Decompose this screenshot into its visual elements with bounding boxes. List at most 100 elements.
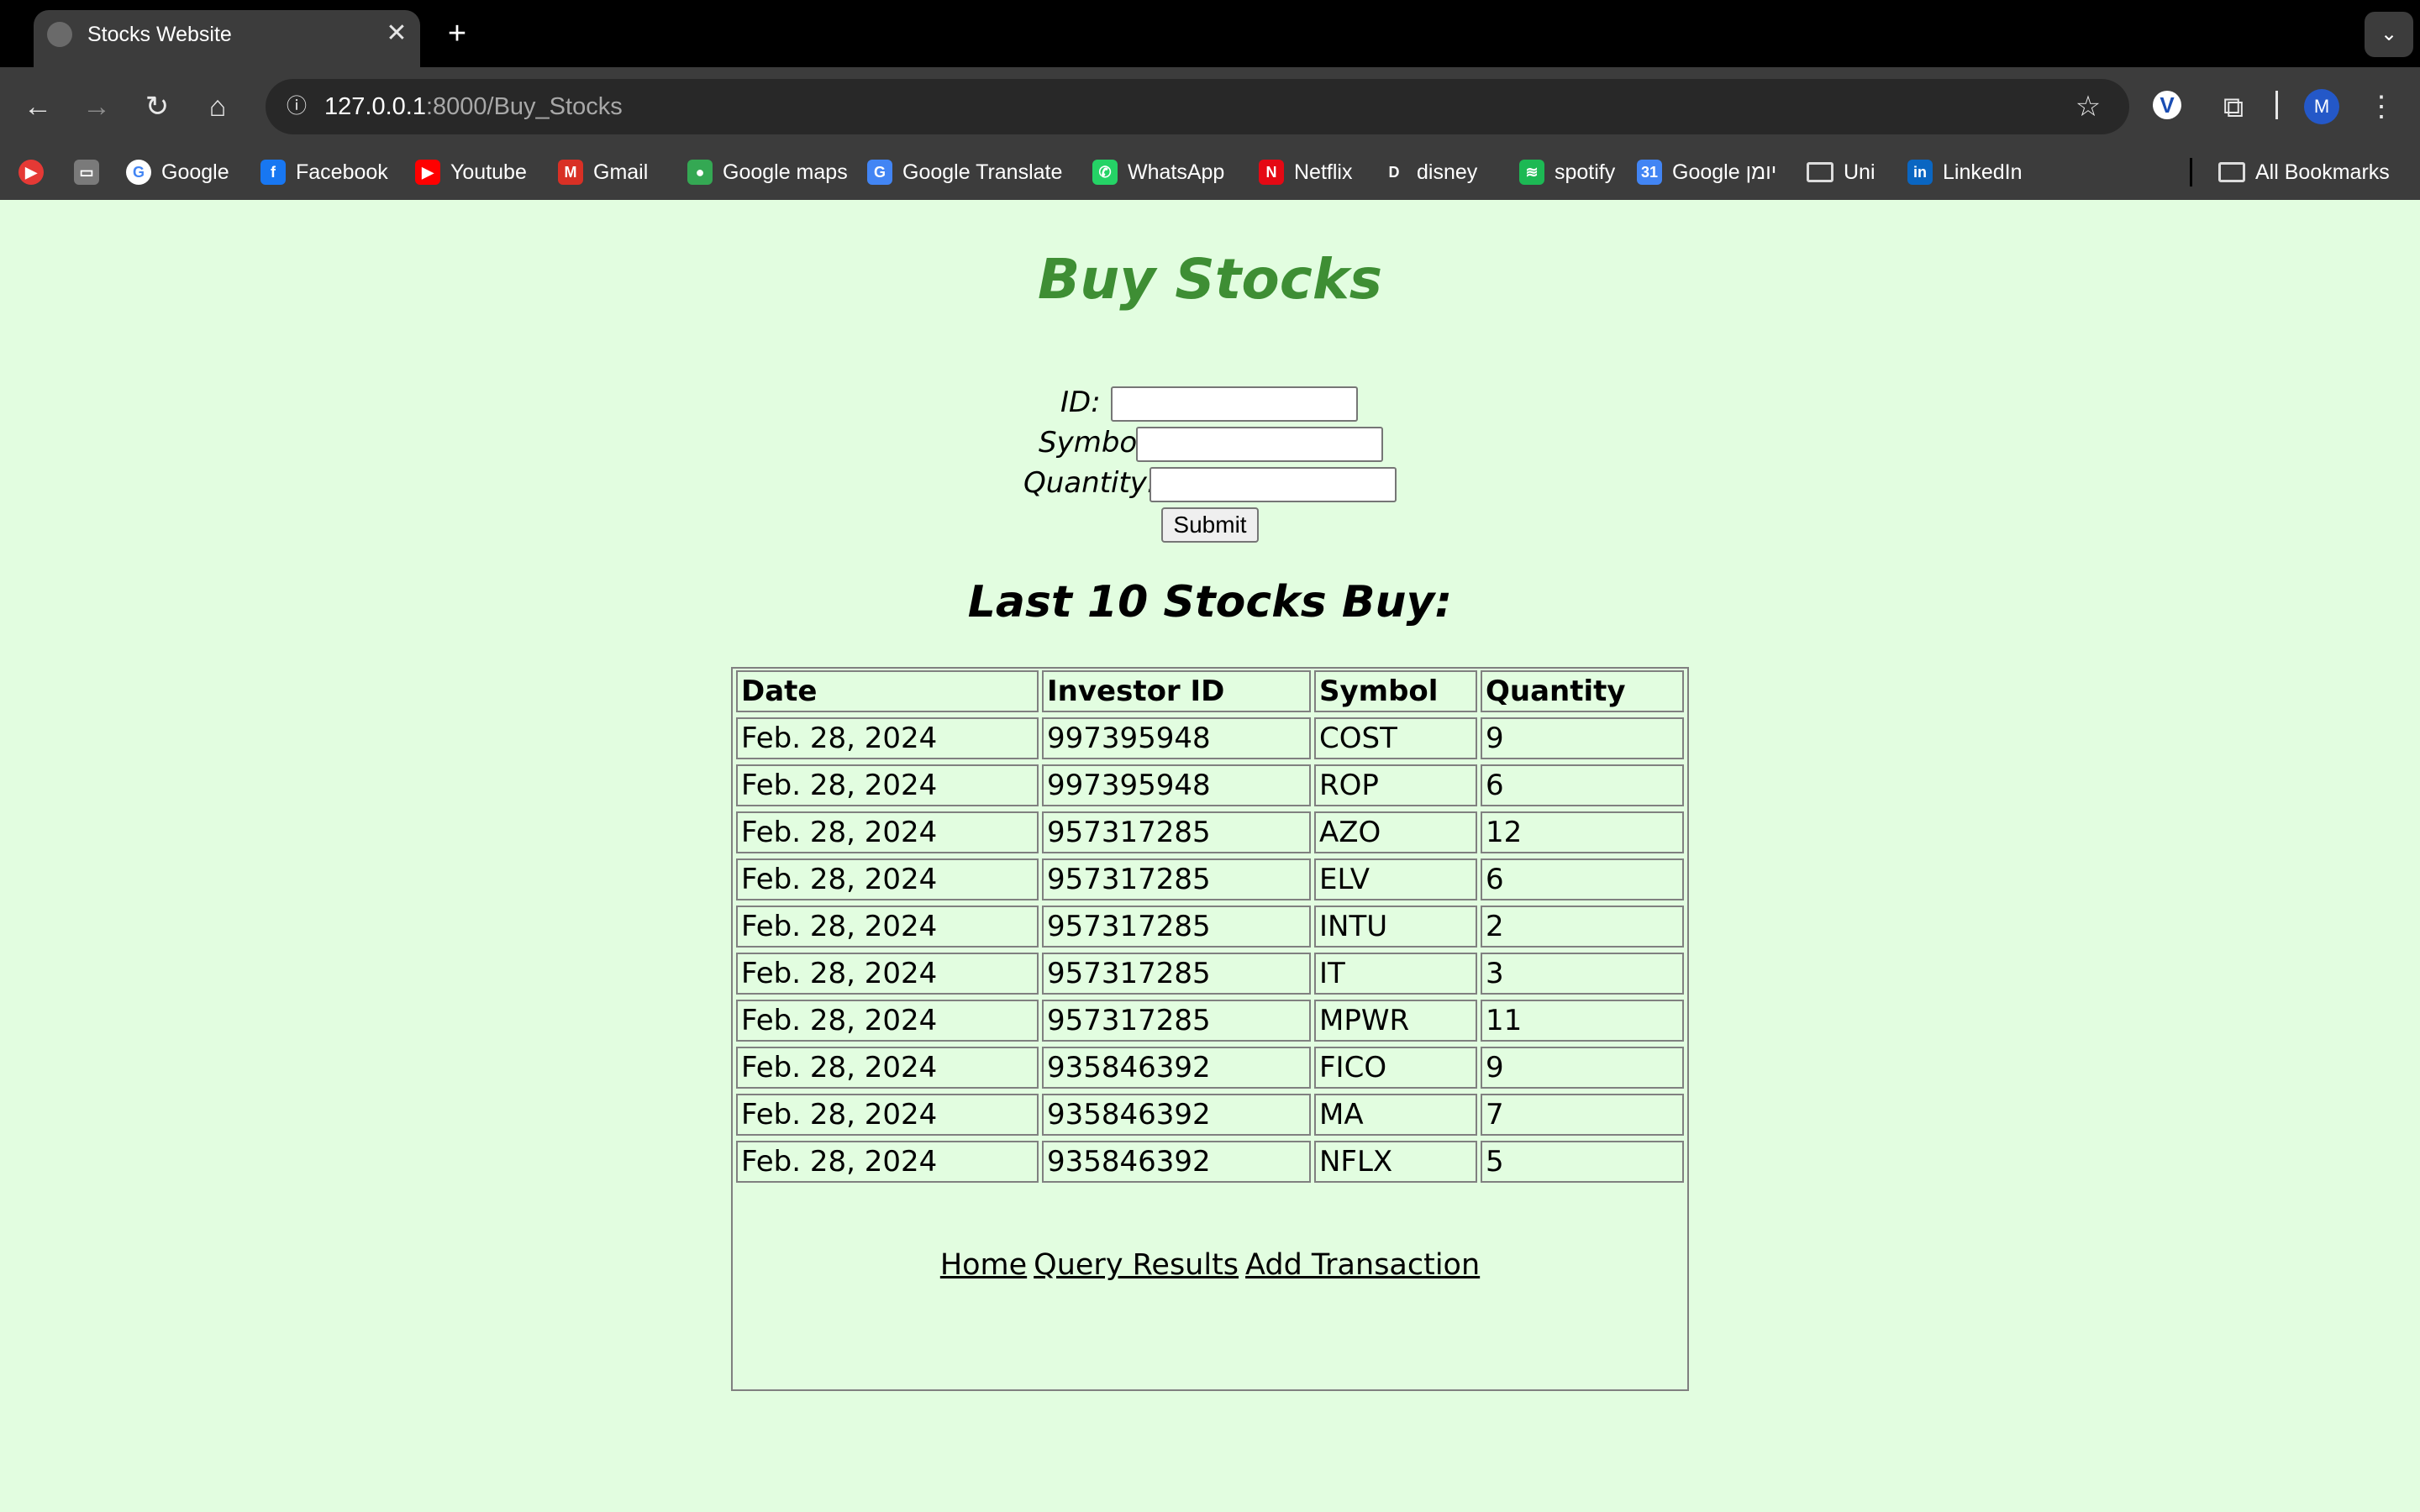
table-cell: Feb. 28, 2024	[736, 764, 1039, 806]
bookmark-label: LinkedIn	[1943, 160, 2023, 184]
table-cell: 7	[1481, 1094, 1684, 1136]
table-cell: INTU	[1314, 906, 1477, 948]
quantity-input[interactable]	[1150, 467, 1397, 502]
tab-title: Stocks Website	[87, 23, 232, 46]
bookmark-label: Google	[161, 160, 229, 184]
gmail-icon: M	[558, 160, 583, 185]
bookmark-item[interactable]: G Google	[126, 156, 229, 188]
page-title: Buy Stocks	[1037, 247, 1383, 312]
table-cell: 997395948	[1042, 764, 1311, 806]
table-cell: 957317285	[1042, 858, 1311, 900]
url-text[interactable]: 127.0.0.1:8000/Buy_Stocks	[324, 92, 623, 121]
table-cell: 12	[1481, 811, 1684, 853]
bookmark-item[interactable]: f Facebook	[260, 156, 388, 188]
folder-icon	[2218, 162, 2245, 182]
bookmark-item[interactable]: G Google Translate	[867, 156, 1062, 188]
bookmark-label: Uni	[1844, 160, 1876, 184]
site-info-icon[interactable]: ⓘ	[277, 87, 316, 126]
browser-toolbar: ← → ↻ ⌂ ⓘ 127.0.0.1:8000/Buy_Stocks ☆	[0, 67, 2420, 144]
bookmark-item[interactable]: Ddisney	[1381, 156, 1477, 188]
table-cell: 935846392	[1042, 1094, 1311, 1136]
table-cell: AZO	[1314, 811, 1477, 853]
table-cell: Feb. 28, 2024	[736, 1141, 1039, 1183]
table-cell: 2	[1481, 906, 1684, 948]
home-icon[interactable]: ⌂	[197, 86, 239, 128]
table-cell: 957317285	[1042, 953, 1311, 995]
table-cell: Feb. 28, 2024	[736, 1000, 1039, 1042]
bookmark-star-icon[interactable]: ☆	[2069, 87, 2107, 126]
bookmark-item[interactable]: Uni	[1807, 156, 1876, 188]
table-cell: Feb. 28, 2024	[736, 953, 1039, 995]
bookmark-item[interactable]: ✆ WhatsApp	[1092, 156, 1224, 188]
vpn-extension-icon[interactable]: V	[2153, 91, 2181, 119]
add-transaction-link[interactable]: Add Transaction	[1245, 1248, 1480, 1282]
symbol-input[interactable]	[1136, 427, 1383, 462]
calendar-icon: 31	[1637, 160, 1662, 185]
reload-icon[interactable]: ↻	[136, 86, 178, 128]
table-cell: 997395948	[1042, 717, 1311, 759]
bookmark-item[interactable]: 31 Google יומן	[1637, 156, 1776, 188]
footer-links: Home Query Results Add Transaction	[0, 1248, 2420, 1282]
bookmark-item[interactable]: in LinkedIn	[1907, 156, 2023, 188]
extensions-icon[interactable]: ⧉	[2215, 89, 2252, 126]
netflix-icon: N	[1259, 160, 1284, 185]
tab-search-button[interactable]: ⌄	[2365, 12, 2413, 57]
table-cell: ELV	[1314, 858, 1477, 900]
close-icon[interactable]: ✕	[380, 17, 413, 50]
table-header-cell: Date	[736, 670, 1039, 712]
bookmark-label: disney	[1417, 160, 1478, 184]
table-header-cell: Quantity	[1481, 670, 1684, 712]
table-cell: 935846392	[1042, 1141, 1311, 1183]
bookmark-item[interactable]: ▶	[18, 156, 44, 188]
globe-icon	[47, 22, 72, 47]
bookmark-item[interactable]: ▭	[74, 156, 99, 188]
table-header-cell: Investor ID	[1042, 670, 1311, 712]
all-bookmarks[interactable]: All Bookmarks	[2218, 156, 2390, 188]
bookmark-item[interactable]: M Gmail	[558, 156, 648, 188]
table-cell: MA	[1314, 1094, 1477, 1136]
new-tab-button[interactable]: +	[437, 15, 477, 52]
table-cell: 6	[1481, 764, 1684, 806]
table-header-cell: Symbol	[1314, 670, 1477, 712]
more-menu-icon[interactable]: ⋮	[2363, 87, 2400, 126]
quantity-label: Quantity:	[1023, 466, 1157, 500]
translate-icon: G	[867, 160, 892, 185]
folder-icon	[1807, 162, 1833, 182]
bookmark-label: Netflix	[1294, 160, 1353, 184]
back-icon[interactable]: ←	[17, 86, 59, 128]
app-icon: ▭	[74, 160, 99, 185]
youtube-music-icon: ▶	[18, 160, 44, 185]
table-cell: 5	[1481, 1141, 1684, 1183]
id-input[interactable]	[1111, 386, 1358, 422]
table-cell: MPWR	[1314, 1000, 1477, 1042]
table-title: Last 10 Stocks Buy:	[967, 577, 1453, 627]
bookmark-item[interactable]: ● Google maps	[687, 156, 848, 188]
bookmark-item[interactable]: N Netflix	[1259, 156, 1352, 188]
profile-avatar[interactable]: M	[2304, 89, 2339, 124]
all-bookmarks-label: All Bookmarks	[2255, 160, 2390, 184]
table-cell: Feb. 28, 2024	[736, 811, 1039, 853]
bookmark-label: Gmail	[593, 160, 649, 184]
stocks-table: Date Investor ID Symbol Quantity Feb. 28, 20…	[731, 667, 1689, 1391]
table-cell: 935846392	[1042, 1047, 1311, 1089]
facebook-icon: f	[260, 160, 286, 185]
url-path: :8000/Buy_Stocks	[425, 93, 623, 120]
address-bar[interactable]: ⓘ 127.0.0.1:8000/Buy_Stocks ☆	[266, 79, 2129, 134]
table-cell: 11	[1481, 1000, 1684, 1042]
table-cell: 957317285	[1042, 1000, 1311, 1042]
submit-button[interactable]: Submit	[1161, 507, 1259, 543]
table-cell: NFLX	[1314, 1141, 1477, 1183]
browser-tab[interactable]: Stocks Website ✕	[34, 10, 420, 67]
query-results-link[interactable]: Query Results	[1034, 1248, 1239, 1282]
table-cell: 9	[1481, 1047, 1684, 1089]
toolbar-divider	[2275, 91, 2278, 119]
linkedin-icon: in	[1907, 160, 1933, 185]
bookmark-label: WhatsApp	[1128, 160, 1225, 184]
bookmarks-divider	[2190, 158, 2192, 186]
bookmark-item[interactable]: ≋ spotify	[1519, 156, 1615, 188]
home-link[interactable]: Home	[940, 1248, 1027, 1282]
spotify-icon: ≋	[1519, 160, 1544, 185]
bookmark-label: Google Translate	[902, 160, 1063, 184]
forward-icon[interactable]: →	[76, 86, 118, 128]
bookmark-item[interactable]: ▶ Youtube	[415, 156, 527, 188]
